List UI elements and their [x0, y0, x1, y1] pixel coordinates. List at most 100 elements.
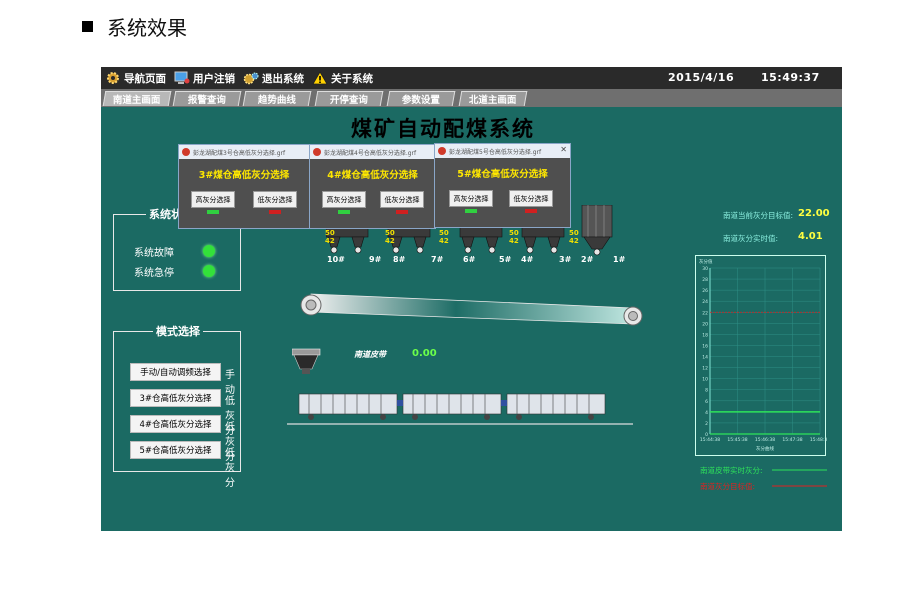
computer-icon: [174, 71, 190, 85]
menu-item-exit[interactable]: 退出系统: [243, 71, 304, 86]
scada-screen: 导航页面 用户注销 退出系统 关于系统 2015/4/16 15:49:37 南…: [101, 67, 842, 531]
tab-south-main[interactable]: 南道主画面: [102, 91, 172, 106]
legend-target: 南道灰分目标值:: [700, 482, 756, 491]
bin-top-value: 50: [385, 229, 395, 237]
legend-realtime: 南道皮带实时灰分:: [700, 466, 763, 475]
bin-mid-value: 42: [509, 237, 519, 245]
menu-item-about[interactable]: 关于系统: [312, 71, 373, 86]
app-icon: [182, 148, 190, 156]
document-heading: 系统效果: [82, 12, 187, 41]
bin3-ash-select-button[interactable]: 3#仓高低灰分选择: [130, 389, 221, 407]
bullet-square-icon: [82, 21, 93, 32]
time-display: 15:49:37: [761, 71, 820, 84]
rail-wagons-graphic: [287, 393, 633, 425]
bin-number: 9#: [369, 255, 382, 264]
y-tick-label: 20: [702, 321, 708, 327]
rail-wagon: [402, 393, 502, 420]
x-tick-label: 15:44:38: [700, 437, 720, 443]
bin-number: 6#: [463, 255, 476, 264]
close-icon[interactable]: ✕: [560, 145, 567, 154]
dialog-titlebar: 彭龙湖配煤4号仓高低灰分选择.grf: [310, 145, 435, 159]
menu-item-logout[interactable]: 用户注销: [174, 71, 235, 86]
realtime-ash-label: 南道灰分实时值:: [723, 234, 779, 243]
y-tick-label: 8: [705, 388, 708, 394]
trend-chart-svg: 30282624222018161412108642015:44:38 15:45…: [699, 258, 830, 452]
bin4-ash-dialog: 彭龙湖配煤4号仓高低灰分选择.grf 4#煤仓高低灰分选择 高灰分选择 低灰分选…: [309, 144, 436, 229]
bin3-ash-dialog: 彭龙湖配煤3号仓高低灰分选择.grf 3#煤仓高低灰分选择 高灰分选择 低灰分选…: [178, 144, 310, 229]
south-belt-label: 南道皮带: [354, 350, 386, 359]
bin-number: 7#: [431, 255, 444, 264]
high-ash-lamp: [338, 210, 350, 214]
ash-trend-chart: 30 28 26 24 22 20 18 16 14 12 10 8 6 4 2 0 15:44:38 15:45…: [695, 255, 830, 456]
bin-number: 1#: [613, 255, 626, 264]
bin-number: 3#: [559, 255, 572, 264]
menu-item-label: 关于系统: [331, 72, 373, 85]
low-ash-button[interactable]: 低灰分选择: [380, 191, 424, 208]
y-tick-label: 24: [702, 299, 708, 305]
y-tick-label: 22: [702, 310, 708, 316]
coal-bin-tall: [581, 205, 613, 256]
bin-number: 2#: [581, 255, 594, 264]
bin-top-value: 50: [325, 229, 335, 237]
y-tick-label: 2: [705, 421, 708, 427]
bin-top-value: 50: [569, 229, 579, 237]
dialog-titlebar: 彭龙湖配煤5号仓高低灰分选择.grf: [435, 144, 570, 158]
dialog-heading: 4#煤仓高低灰分选择: [327, 170, 418, 181]
bin4-ash-select-button[interactable]: 4#仓高低灰分选择: [130, 415, 221, 433]
legend-target-swatch: [772, 485, 827, 487]
system-title: 煤矿自动配煤系统: [351, 116, 535, 141]
conveyor-belt-graphic: [300, 293, 643, 326]
system-estop-indicator: [203, 265, 215, 277]
y-tick-label: 12: [702, 366, 708, 372]
legend-realtime-swatch: [772, 469, 827, 471]
y-tick-label: 14: [702, 355, 708, 361]
low-ash-lamp: [269, 210, 281, 214]
bin-top-value: 50: [509, 229, 519, 237]
bin-top-value: 50: [439, 229, 449, 237]
x-axis-label: 灰分曲线: [756, 445, 774, 452]
y-axis-label: 灰分值: [699, 258, 713, 265]
low-ash-lamp: [525, 209, 537, 213]
y-tick-label: 30: [702, 266, 708, 272]
y-tick-label: 4: [705, 410, 708, 416]
top-menu: 导航页面 用户注销 退出系统 关于系统: [105, 71, 373, 86]
x-tick-label: 15:48:38: [810, 437, 827, 443]
bin-mid-value: 42: [385, 237, 395, 245]
manual-auto-freq-button[interactable]: 手动/自动调频选择: [130, 363, 221, 381]
tab-north-main[interactable]: 北道主画面: [458, 91, 528, 106]
y-tick-label: 16: [702, 343, 708, 349]
target-ash-value: 22.00: [798, 208, 830, 219]
high-ash-lamp: [207, 210, 219, 214]
menu-item-navigation[interactable]: 导航页面: [105, 71, 166, 86]
x-tick-label: 15:46:38: [755, 437, 775, 443]
high-ash-button[interactable]: 高灰分选择: [191, 191, 235, 208]
high-ash-lamp: [465, 209, 477, 213]
dialog-heading: 3#煤仓高低灰分选择: [198, 170, 290, 181]
bin-number: 4#: [521, 255, 534, 264]
tab-bar: 南道主画面 报警查询 趋势曲线 开停查询 参数设置 北道主画面: [101, 89, 842, 107]
low-ash-button[interactable]: 低灰分选择: [253, 191, 297, 208]
high-ash-button[interactable]: 高灰分选择: [449, 190, 493, 207]
low-ash-lamp: [396, 210, 408, 214]
bin-number: 5#: [499, 255, 512, 264]
tab-trend-curve[interactable]: 趋势曲线: [242, 91, 312, 106]
low-ash-button[interactable]: 低灰分选择: [509, 190, 553, 207]
tab-parameter-settings[interactable]: 参数设置: [386, 91, 456, 106]
rail-wagon: [298, 393, 398, 420]
bin5-ash-select-button[interactable]: 5#仓高低灰分选择: [130, 441, 221, 459]
app-icon: [438, 147, 446, 155]
warning-icon: [312, 71, 328, 85]
y-tick-label: 10: [702, 377, 708, 383]
tab-alarm-query[interactable]: 报警查询: [172, 91, 242, 106]
tab-start-stop-query[interactable]: 开停查询: [314, 91, 384, 106]
bin-number: 10#: [327, 255, 345, 264]
system-estop-label: 系统急停: [134, 268, 174, 279]
y-tick-label: 28: [702, 277, 708, 283]
bin-number: 8#: [393, 255, 406, 264]
dialog-heading: 5#煤仓高低灰分选择: [457, 169, 548, 180]
y-tick-label: 26: [702, 288, 708, 294]
y-tick-label: 18: [702, 332, 708, 338]
dialog-titlebar: 彭龙湖配煤3号仓高低灰分选择.grf: [179, 145, 309, 159]
high-ash-button[interactable]: 高灰分选择: [322, 191, 366, 208]
menu-item-label: 退出系统: [262, 72, 304, 85]
